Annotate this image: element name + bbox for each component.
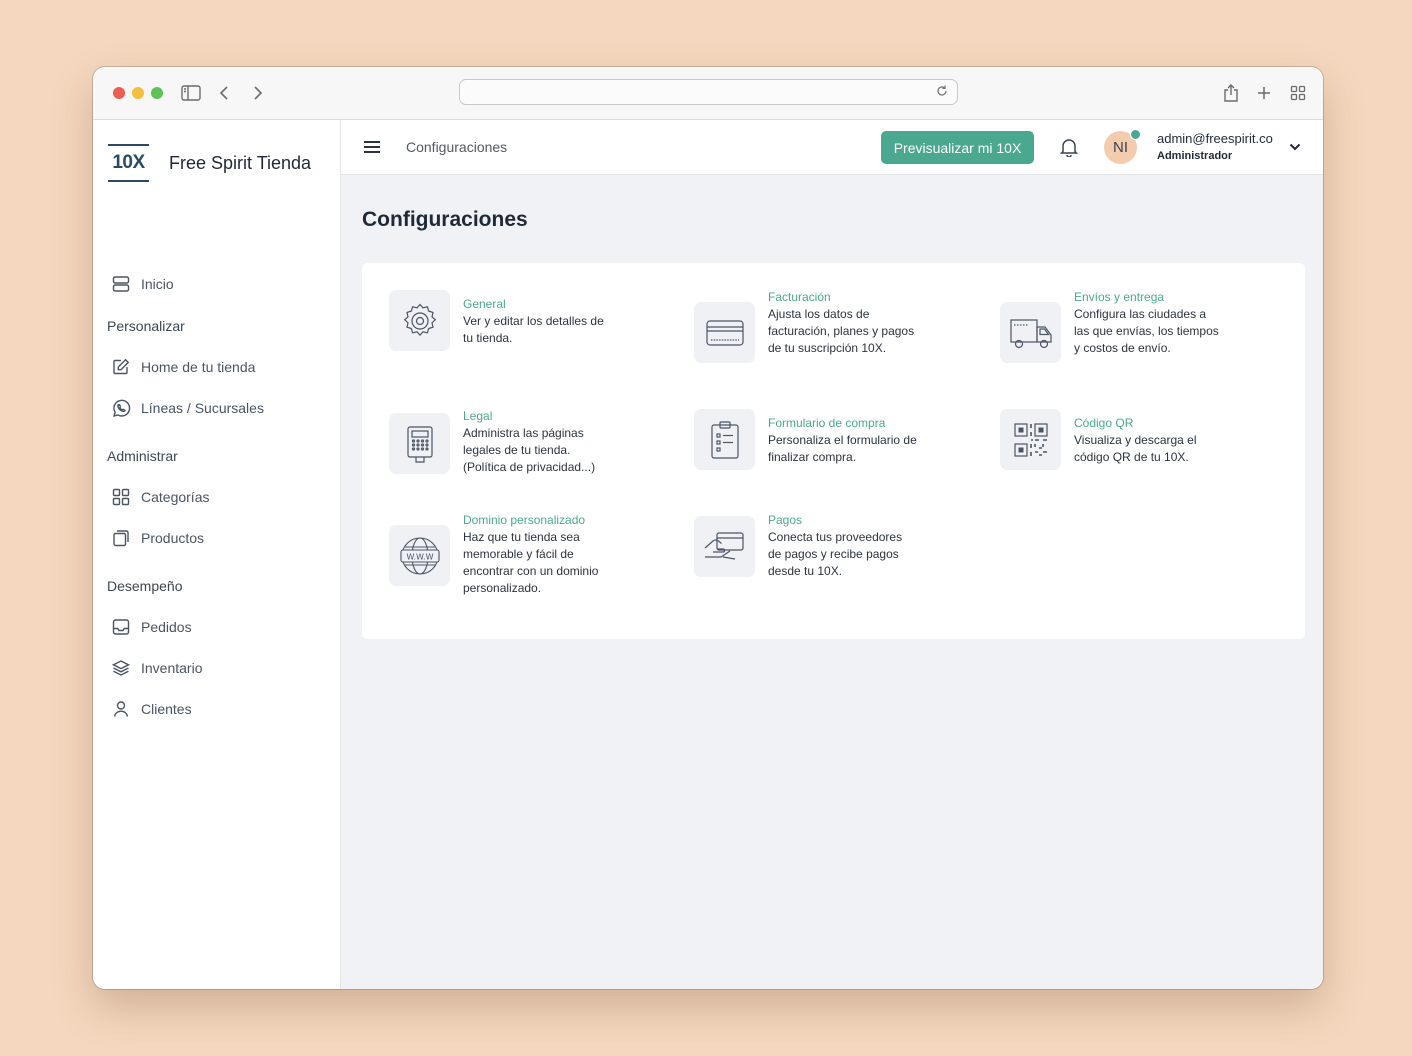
gear-icon <box>389 290 450 351</box>
layers-icon <box>109 272 133 296</box>
setting-title: General <box>463 297 506 311</box>
chevron-down-icon[interactable] <box>1285 137 1305 157</box>
setting-envios[interactable]: Envíos y entrega Configura las ciudades … <box>1000 290 1224 363</box>
new-tab-icon[interactable] <box>1252 81 1276 105</box>
setting-description: Ver y editar los detalles de tu tienda. <box>463 314 604 345</box>
qr-code-icon <box>1000 409 1061 470</box>
sidebar-item-home-de-tu-tienda[interactable]: Home de tu tienda <box>109 355 255 379</box>
browser-toolbar <box>93 67 1323 120</box>
calculator-icon <box>389 413 450 474</box>
setting-description: Ajusta los datos de facturación, planes … <box>768 307 915 355</box>
sidebar-item-categorias[interactable]: Categorías <box>109 485 209 509</box>
sidebar-item-inventario[interactable]: Inventario <box>109 656 202 680</box>
sidebar-item-label: Home de tu tienda <box>141 359 256 375</box>
minimize-window-button[interactable] <box>132 87 144 99</box>
sidebar-item-clientes[interactable]: Clientes <box>109 697 192 721</box>
sidebar-item-label: Pedidos <box>141 619 192 635</box>
sidebar-item-label: Inventario <box>141 660 203 676</box>
close-window-button[interactable] <box>113 87 125 99</box>
setting-title: Facturación <box>768 290 831 304</box>
settings-card: General Ver y editar los detalles de tu … <box>362 263 1305 639</box>
user-role: Administrador <box>1157 150 1233 162</box>
back-icon[interactable] <box>212 81 236 105</box>
setting-general[interactable]: General Ver y editar los detalles de tu … <box>389 290 613 351</box>
whatsapp-icon <box>109 396 133 420</box>
brand[interactable]: 10X Free Spirit Tienda <box>108 142 311 184</box>
page-title: Configuraciones <box>362 208 528 231</box>
sidebar-toggle-icon[interactable] <box>179 81 203 105</box>
tab-overview-icon[interactable] <box>1286 81 1310 105</box>
setting-description: Haz que tu tienda sea memorable y fácil … <box>463 530 599 595</box>
address-bar[interactable] <box>459 79 958 105</box>
setting-title: Pagos <box>768 513 803 527</box>
topbar: Configuraciones Previsualizar mi 10X NI … <box>341 120 1323 175</box>
grid-icon <box>109 485 133 509</box>
sidebar-item-label: Clientes <box>141 701 192 717</box>
hand-card-icon <box>694 516 755 577</box>
sidebar-item-label: Líneas / Sucursales <box>141 400 264 416</box>
sidebar-item-label: Productos <box>141 530 205 546</box>
credit-card-icon <box>694 302 755 363</box>
copy-icon <box>109 526 133 550</box>
setting-facturacion[interactable]: Facturación Ajusta los datos de facturac… <box>694 290 918 363</box>
user-email: admin@freespirit.co <box>1157 131 1273 146</box>
section-administrar: Administrar <box>107 448 178 464</box>
setting-title: Dominio personalizado <box>463 513 586 527</box>
setting-description: Configura las ciudades a las que envías,… <box>1074 307 1219 355</box>
setting-title: Formulario de compra <box>768 416 886 430</box>
setting-description: Conecta tus proveedores de pagos y recib… <box>768 530 903 578</box>
setting-title: Legal <box>463 409 493 423</box>
www-icon-text: W.W.W <box>406 552 433 561</box>
store-name: Free Spirit Tienda <box>169 152 312 173</box>
www-globe-icon: W.W.W <box>389 525 450 586</box>
reload-icon[interactable] <box>935 84 949 103</box>
setting-title: Código QR <box>1074 416 1134 430</box>
setting-description: Administra las páginas legales de tu tie… <box>463 426 596 474</box>
setting-description: Visualiza y descarga el código QR de tu … <box>1074 433 1197 464</box>
setting-pagos[interactable]: Pagos Conecta tus proveedores de pagos y… <box>694 513 918 580</box>
clipboard-icon <box>694 409 755 470</box>
zoom-window-button[interactable] <box>151 87 163 99</box>
browser-window: 10X Free Spirit Tienda Inicio Personaliz… <box>93 67 1323 989</box>
preview-button[interactable]: Previsualizar mi 10X <box>881 131 1034 164</box>
setting-legal[interactable]: Legal Administra las páginas legales de … <box>389 409 613 476</box>
logo: 10X <box>108 144 149 182</box>
sidebar-item-productos[interactable]: Productos <box>109 526 204 550</box>
stack-icon <box>109 656 133 680</box>
forward-icon[interactable] <box>246 81 270 105</box>
main-content: Configuraciones Previsualizar mi 10X NI … <box>341 120 1323 989</box>
inbox-icon <box>109 615 133 639</box>
section-desempeno: Desempeño <box>107 578 183 594</box>
sidebar-item-label: Categorías <box>141 489 210 505</box>
setting-title: Envíos y entrega <box>1074 290 1165 304</box>
share-icon[interactable] <box>1219 81 1243 105</box>
setting-codigo-qr[interactable]: Código QR Visualiza y descarga el código… <box>1000 409 1224 470</box>
edit-icon <box>109 355 133 379</box>
sidebar-item-inicio[interactable]: Inicio <box>109 272 174 296</box>
menu-icon[interactable] <box>361 136 383 158</box>
sidebar-item-lineas-sucursales[interactable]: Líneas / Sucursales <box>109 396 264 420</box>
truck-icon <box>1000 302 1061 363</box>
online-status-dot <box>1130 129 1141 140</box>
breadcrumb: Configuraciones <box>406 139 508 155</box>
setting-formulario[interactable]: Formulario de compra Personaliza el form… <box>694 409 918 470</box>
sidebar-item-pedidos[interactable]: Pedidos <box>109 615 192 639</box>
sidebar-item-label: Inicio <box>141 276 174 292</box>
section-personalizar: Personalizar <box>107 318 185 334</box>
setting-description: Personaliza el formulario de finalizar c… <box>768 433 917 464</box>
setting-dominio[interactable]: W.W.W Dominio personalizado Haz que tu t… <box>389 513 613 597</box>
sidebar: 10X Free Spirit Tienda Inicio Personaliz… <box>93 120 341 989</box>
user-icon <box>109 697 133 721</box>
bell-icon[interactable] <box>1058 136 1080 158</box>
